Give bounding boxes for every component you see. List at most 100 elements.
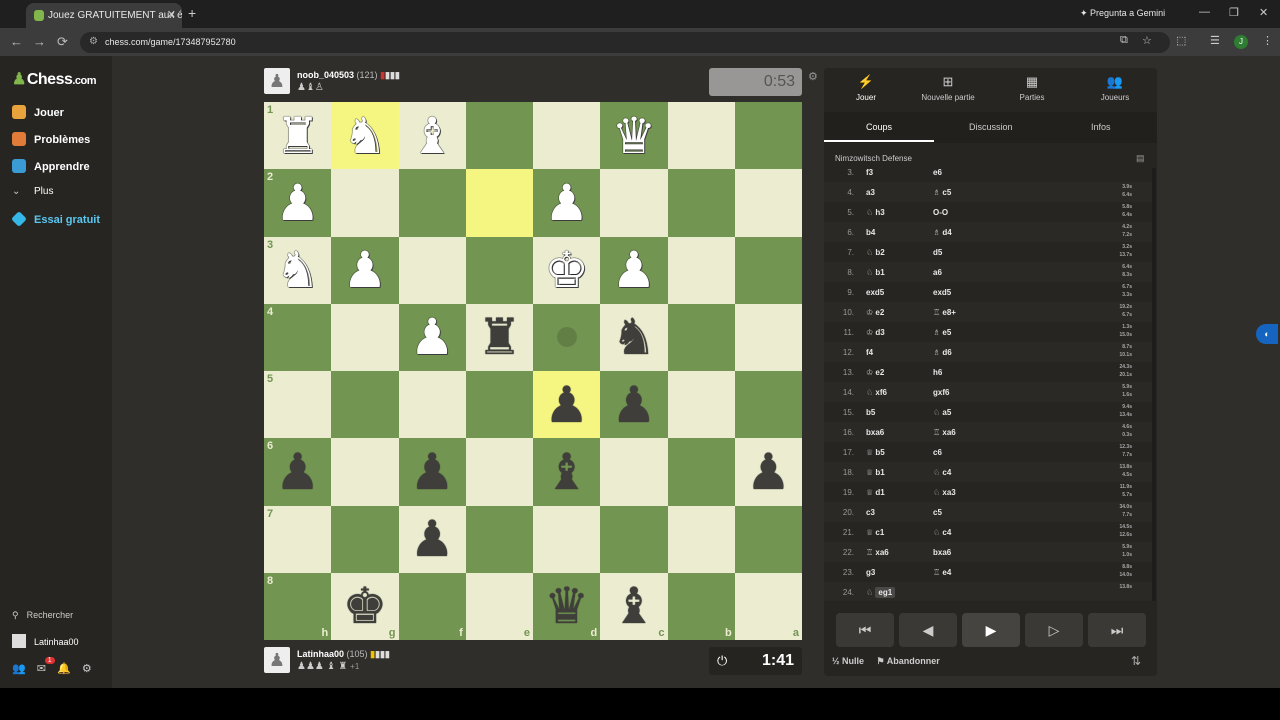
square-d7[interactable]	[533, 505, 601, 573]
square-g4[interactable]	[331, 303, 399, 371]
black-move[interactable]: ♖ e4	[933, 568, 951, 577]
nav-essai-gratuit[interactable]: Essai gratuit	[11, 211, 100, 227]
square-a6[interactable]: ♟	[734, 438, 802, 506]
square-b1[interactable]	[667, 102, 735, 170]
white-move[interactable]: bxa6	[866, 428, 884, 437]
black-move[interactable]: ♘ xa3	[933, 488, 956, 497]
top-player-avatar[interactable]: ♟	[264, 68, 290, 94]
extensions-icon[interactable]: ⬚	[1176, 34, 1186, 47]
black-pawn-piece[interactable]: ♟	[410, 514, 455, 564]
square-b7[interactable]	[667, 505, 735, 573]
black-move[interactable]: ♘ c4	[933, 528, 951, 537]
black-move[interactable]: bxa6	[933, 548, 951, 557]
black-move[interactable]: exd5	[933, 288, 951, 297]
nav-jouer[interactable]: Jouer	[12, 105, 64, 119]
black-pawn-piece[interactable]: ♟	[611, 380, 656, 430]
square-d8[interactable]: d ♛	[533, 572, 601, 640]
white-pawn-piece[interactable]: ♟	[611, 245, 656, 295]
square-d1[interactable]	[533, 102, 601, 170]
square-b2[interactable]	[667, 169, 735, 237]
white-move[interactable]: ♕ c1	[866, 528, 884, 537]
black-move[interactable]: d5	[933, 248, 942, 257]
white-knight-piece[interactable]: ♞	[342, 111, 387, 161]
square-g8[interactable]: g ♚	[331, 572, 399, 640]
square-a8[interactable]: a	[734, 572, 802, 640]
black-move[interactable]: c5	[933, 508, 942, 517]
browser-tab[interactable]: Jouez GRATUITEMENT aux éch ✕	[26, 3, 182, 28]
square-f5[interactable]	[398, 371, 466, 439]
square-h2[interactable]: 2 ♟	[264, 169, 332, 237]
opening-name[interactable]: Nimzowitsch Defense	[835, 154, 912, 163]
square-g7[interactable]	[331, 505, 399, 573]
square-e5[interactable]	[465, 371, 533, 439]
tab-jouer[interactable]: ⚡ Jouer	[826, 74, 906, 102]
settings-icon[interactable]: ⚙	[82, 663, 92, 675]
square-f1[interactable]: ♝	[398, 102, 466, 170]
bottom-player-name[interactable]: Latinhaa00 (105) ▮▮▮▮	[297, 649, 390, 660]
window-close-icon[interactable]: ✕	[1259, 6, 1268, 19]
square-a5[interactable]	[734, 371, 802, 439]
subtab-discussion[interactable]: Discussion	[969, 122, 1013, 132]
reading-list-icon[interactable]: ☰	[1210, 34, 1220, 47]
tab-close-icon[interactable]: ✕	[167, 8, 176, 21]
white-move[interactable]: ♖ xa6	[866, 548, 889, 557]
tab-joueurs[interactable]: 👥 Joueurs	[1075, 74, 1155, 102]
square-c7[interactable]	[600, 505, 668, 573]
square-h6[interactable]: 6 ♟	[264, 438, 332, 506]
square-d3[interactable]: ♚	[533, 236, 601, 304]
white-move[interactable]: b4	[866, 228, 875, 237]
square-a7[interactable]	[734, 505, 802, 573]
white-bishop-piece[interactable]: ♝	[410, 111, 455, 161]
black-move[interactable]: ♗ c5	[933, 188, 951, 197]
white-move[interactable]: ♘ b2	[866, 248, 885, 257]
install-icon[interactable]: ⧉	[1120, 34, 1128, 47]
white-move[interactable]: ♕ b1	[866, 468, 885, 477]
white-move[interactable]: exd5	[866, 288, 884, 297]
black-queen-piece[interactable]: ♛	[544, 581, 589, 631]
white-move[interactable]: ♕ d1	[866, 488, 885, 497]
messages-icon[interactable]: ✉ 1	[37, 657, 55, 675]
square-f2[interactable]	[398, 169, 466, 237]
white-pawn-piece[interactable]: ♟	[410, 312, 455, 362]
square-c5[interactable]: ♟	[600, 371, 668, 439]
square-b6[interactable]	[667, 438, 735, 506]
nav-plus[interactable]: ⌄ Plus	[12, 186, 53, 197]
chess-logo[interactable]: ♟Chess.com	[12, 69, 97, 89]
gemini-button[interactable]: ✦ Pregunta a Gemini	[1080, 8, 1165, 19]
square-h1[interactable]: 1 ♜	[264, 102, 332, 170]
square-h5[interactable]: 5	[264, 371, 332, 439]
white-move[interactable]: ♘ h3	[866, 208, 885, 217]
black-move[interactable]: ♘ a5	[933, 408, 951, 417]
white-queen-piece[interactable]: ♛	[611, 111, 656, 161]
bookmark-star-icon[interactable]: ☆	[1142, 34, 1152, 47]
black-pawn-piece[interactable]: ♟	[544, 380, 589, 430]
back-icon[interactable]: ←	[10, 34, 23, 49]
square-b3[interactable]	[667, 236, 735, 304]
black-move[interactable]: ♗ e5	[933, 328, 951, 337]
black-move[interactable]: h6	[933, 368, 942, 377]
subtab-infos[interactable]: Infos	[1091, 122, 1111, 132]
square-a2[interactable]	[734, 169, 802, 237]
square-f4[interactable]: ♟	[398, 303, 466, 371]
white-move[interactable]: f3	[866, 168, 873, 177]
black-rook-piece[interactable]: ♜	[477, 312, 522, 362]
user-link[interactable]: Latinhaa00	[12, 634, 79, 648]
square-f3[interactable]	[398, 236, 466, 304]
square-e7[interactable]	[465, 505, 533, 573]
black-move[interactable]: c6	[933, 448, 942, 457]
bottom-player-avatar[interactable]: ♟	[264, 647, 290, 673]
square-g1[interactable]: ♞	[331, 102, 399, 170]
white-move[interactable]: ♘ xf6	[866, 388, 887, 397]
floating-widget-button[interactable]: ◐	[1256, 324, 1278, 344]
white-king-piece[interactable]: ♚	[544, 245, 589, 295]
square-c4[interactable]: ♞	[600, 303, 668, 371]
black-move[interactable]: O-O	[933, 208, 948, 217]
black-move[interactable]: ♖ e8+	[933, 308, 956, 317]
white-move[interactable]: g3	[866, 568, 875, 577]
restore-icon[interactable]: ❐	[1229, 6, 1239, 19]
board-settings-icon[interactable]: ⚙	[808, 70, 818, 83]
white-move[interactable]: ♔ e2	[866, 308, 884, 317]
square-h7[interactable]: 7	[264, 505, 332, 573]
white-knight-piece[interactable]: ♞	[275, 245, 320, 295]
square-c1[interactable]: ♛	[600, 102, 668, 170]
